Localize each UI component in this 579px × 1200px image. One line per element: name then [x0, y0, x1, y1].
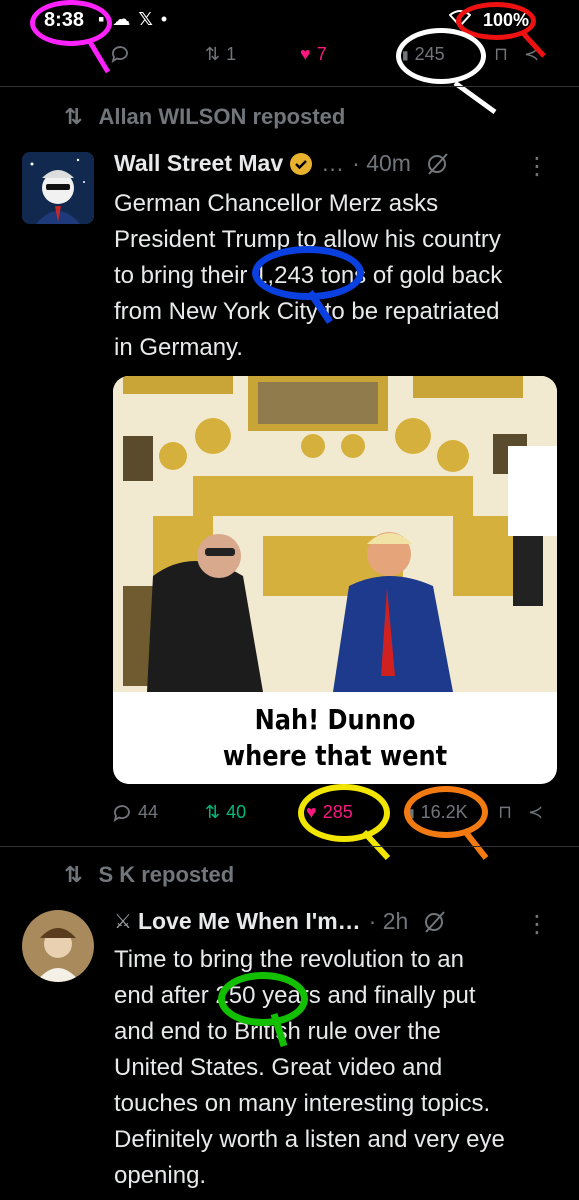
divider	[0, 86, 579, 87]
author-name[interactable]: Love Me When I'm…	[138, 908, 361, 935]
timestamp[interactable]: · 40m	[352, 150, 411, 177]
repost-count: 1	[226, 44, 237, 64]
status-bar: 8:38 ▪ ☁ 𝕏 • 100%	[0, 0, 579, 46]
image-caption: Nah! Dunno where that went	[144, 692, 526, 784]
x-app-icon: 𝕏	[138, 9, 153, 29]
repost-button[interactable]: ⇅ 40	[205, 802, 246, 823]
timestamp[interactable]: · 2h	[369, 908, 409, 935]
tweet-image[interactable]: Nah! Dunno where that went	[113, 376, 557, 784]
avatar[interactable]	[22, 152, 94, 224]
repost-label: Allan WILSON reposted	[98, 104, 346, 129]
photo-oval-office	[113, 376, 557, 692]
repost-button[interactable]: ⇅ 1	[205, 44, 236, 65]
bookmark-icon: ⊓	[494, 44, 509, 64]
repost-icon: ⇅	[205, 44, 221, 64]
crossed-swords-icon: ⚔	[114, 911, 132, 933]
grok-icon[interactable]	[425, 152, 449, 176]
grok-icon[interactable]	[422, 910, 446, 934]
tweet-text: Time to bring the revolution to an end a…	[114, 946, 505, 1189]
more-options-icon[interactable]: ⋮	[525, 910, 549, 939]
repost-icon: ⇅	[64, 104, 83, 129]
repost-indicator[interactable]: ⇅ Allan WILSON reposted	[64, 104, 345, 130]
author-name[interactable]: Wall Street Mav	[114, 150, 283, 177]
reply-count: 44	[138, 802, 159, 822]
share-icon: ≺	[528, 802, 544, 822]
repost-icon: ⇅	[205, 802, 221, 822]
bookmark-icon: ⊓	[498, 802, 513, 822]
annotation-tail-magenta	[88, 40, 111, 74]
name-ellipsis: …	[321, 150, 345, 176]
reply-icon	[113, 804, 130, 822]
annotation-tail-yellow	[361, 830, 391, 861]
bookmark-button[interactable]: ⊓	[494, 44, 508, 65]
annotation-tail-green	[270, 1012, 288, 1048]
repost-indicator[interactable]: ⇅ S K reposted	[64, 862, 234, 888]
reply-button[interactable]: 44	[112, 802, 158, 823]
like-count: 7	[316, 44, 327, 64]
avatar[interactable]	[22, 910, 94, 982]
like-button[interactable]: ♥ 7	[300, 44, 327, 65]
dot-icon: •	[160, 9, 168, 29]
annotation-circle-white	[396, 28, 486, 84]
annotation-tail-red	[520, 30, 546, 58]
more-options-icon[interactable]: ⋮	[525, 152, 549, 181]
verified-badge-icon	[290, 152, 313, 175]
cloud-icon: ☁	[112, 9, 131, 29]
bookmark-button[interactable]: ⊓	[498, 802, 512, 823]
repost-count: 40	[226, 802, 247, 822]
tweet-actions: 44 ⇅ 40 ♥ 285 ▮ 16.2K ⊓ ≺	[0, 784, 579, 842]
repost-icon: ⇅	[64, 862, 83, 887]
annotation-tail-blue	[307, 290, 333, 324]
annotation-tail-orange	[461, 828, 489, 860]
divider	[0, 846, 579, 847]
repost-label: S K reposted	[98, 862, 235, 887]
previous-tweet-actions: ⇅ 1 ♥ 7 ▮ 245 ⊓ ≺	[0, 28, 579, 84]
share-button[interactable]: ≺	[528, 802, 543, 823]
heart-icon: ♥	[300, 44, 311, 64]
